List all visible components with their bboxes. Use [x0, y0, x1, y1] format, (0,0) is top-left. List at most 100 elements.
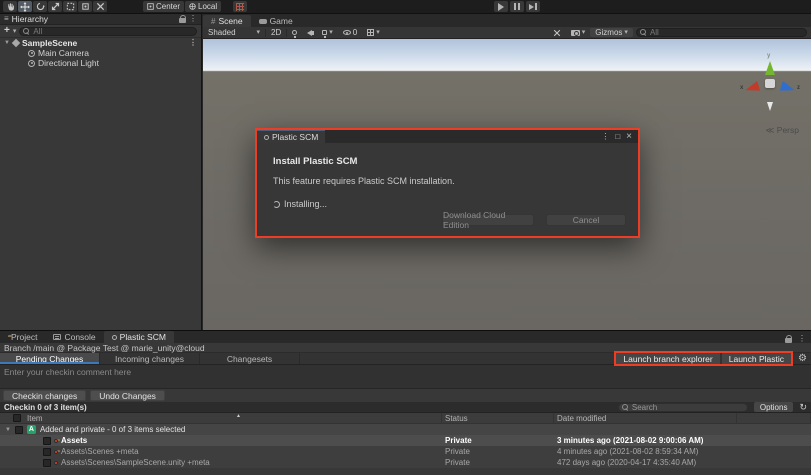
- hidden-objects-icon[interactable]: 0: [338, 28, 362, 38]
- sort-ascending-icon[interactable]: ▲: [236, 413, 241, 419]
- hierarchy-toolbar: + ▾: [0, 25, 201, 38]
- tab-label: Plastic SCM: [120, 332, 166, 342]
- row-checkbox[interactable]: [43, 459, 51, 467]
- dialog-message: This feature requires Plastic SCM instal…: [273, 176, 622, 186]
- tab-label: Console: [64, 332, 95, 342]
- row-checkbox[interactable]: [43, 448, 51, 456]
- add-object-button[interactable]: +: [4, 26, 10, 36]
- kebab-menu-icon[interactable]: ⋮: [798, 335, 806, 343]
- grid-snap-icon[interactable]: [233, 1, 247, 12]
- plastic-scm-icon: [264, 135, 269, 140]
- download-cloud-edition-button[interactable]: Download Cloud Edition: [442, 214, 534, 226]
- tab-plastic-scm[interactable]: Plastic SCM: [104, 331, 174, 343]
- rotate-tool-icon[interactable]: [33, 1, 47, 12]
- chevron-down-icon[interactable]: ▾: [13, 28, 17, 35]
- hierarchy-search-field[interactable]: [19, 27, 197, 36]
- group-checkbox[interactable]: [15, 426, 23, 434]
- tab-label: Scene: [218, 16, 242, 26]
- gizmos-dropdown[interactable]: Gizmos ▾: [590, 28, 633, 37]
- component-tools-icon[interactable]: [548, 28, 566, 38]
- rect-tool-icon[interactable]: [63, 1, 77, 12]
- axis-x-cone[interactable]: [744, 81, 760, 95]
- axis-y-cone[interactable]: [765, 61, 775, 75]
- launch-plastic-button[interactable]: Launch Plastic: [722, 353, 791, 364]
- grid-visibility-dropdown[interactable]: ▾: [362, 28, 385, 38]
- step-button[interactable]: [526, 1, 540, 12]
- orientation-gizmo[interactable]: y x z: [743, 59, 797, 113]
- scene-search-field[interactable]: [636, 28, 807, 37]
- hierarchy-item-samplescene[interactable]: ▼ SampleScene ⋮: [0, 38, 201, 48]
- scene-name: SampleScene: [22, 38, 77, 48]
- tab-incoming-changes[interactable]: Incoming changes: [100, 353, 200, 364]
- table-row[interactable]: Assets\Scenes +meta Private 4 minutes ag…: [0, 446, 811, 457]
- column-status[interactable]: Status: [445, 414, 468, 423]
- bottom-tab-bar: Project Console Plastic SCM ⋮: [0, 331, 811, 343]
- perspective-label[interactable]: ≪ Persp: [766, 125, 800, 136]
- table-row[interactable]: Assets Private 3 minutes ago (2021-08-02…: [0, 435, 811, 446]
- move-tool-icon[interactable]: [18, 1, 32, 12]
- tab-pending-changes[interactable]: Pending Changes: [0, 353, 100, 364]
- scene-search-input[interactable]: [650, 28, 803, 37]
- lock-icon[interactable]: [785, 337, 792, 343]
- hierarchy-item-directional-light[interactable]: Directional Light: [0, 58, 201, 68]
- dialog-tab[interactable]: Plastic SCM: [257, 130, 325, 143]
- table-search-input[interactable]: [632, 403, 744, 412]
- 2d-toggle[interactable]: 2D: [266, 28, 286, 38]
- pivot-mode-button[interactable]: Center: [143, 1, 184, 12]
- gizmo-hub[interactable]: [765, 79, 775, 88]
- tab-project[interactable]: Project: [0, 331, 45, 343]
- tab-scene[interactable]: # Scene: [203, 15, 251, 27]
- expander-icon[interactable]: ▼: [5, 427, 11, 433]
- spinner-icon: [273, 201, 280, 208]
- row-checkbox[interactable]: [43, 437, 51, 445]
- cancel-button[interactable]: Cancel: [546, 214, 626, 226]
- close-icon[interactable]: ×: [626, 131, 632, 142]
- undo-changes-button[interactable]: Undo Changes: [90, 390, 165, 401]
- scene-kebab-icon[interactable]: ⋮: [189, 39, 201, 47]
- checkin-changes-button[interactable]: Checkin changes: [3, 390, 86, 401]
- custom-tool-icon[interactable]: [93, 1, 107, 12]
- options-button[interactable]: Options: [754, 402, 794, 412]
- change-group-row[interactable]: ▼ A Added and private - 0 of 3 items sel…: [0, 424, 811, 435]
- audio-toggle-icon[interactable]: [302, 28, 317, 38]
- column-date-modified[interactable]: Date modified: [557, 414, 606, 423]
- item-status: Private: [445, 447, 470, 456]
- select-all-checkbox[interactable]: [13, 414, 21, 422]
- shading-mode-dropdown[interactable]: Shaded ▾: [203, 28, 265, 38]
- play-button[interactable]: [494, 1, 508, 12]
- tab-game[interactable]: Game: [251, 15, 301, 27]
- dialog-heading: Install Plastic SCM: [273, 156, 622, 167]
- checkin-comment-input[interactable]: [0, 365, 811, 388]
- hierarchy-item-main-camera[interactable]: Main Camera: [0, 48, 201, 58]
- gear-icon[interactable]: ⚙: [798, 354, 807, 364]
- pause-button[interactable]: [510, 1, 524, 12]
- axis-down-cone[interactable]: [767, 102, 773, 111]
- axis-z-cone[interactable]: [780, 81, 796, 95]
- column-item[interactable]: Item: [27, 414, 43, 423]
- hierarchy-search-input[interactable]: [33, 27, 193, 36]
- table-search-field[interactable]: [618, 403, 748, 412]
- table-row[interactable]: Assets\Scenes\SampleScene.unity +meta Pr…: [0, 457, 811, 468]
- scale-tool-icon[interactable]: [48, 1, 62, 12]
- effects-dropdown-icon[interactable]: ▾: [317, 28, 338, 38]
- item-path: Assets: [61, 436, 87, 445]
- rotation-mode-button[interactable]: Local: [185, 1, 221, 12]
- expander-icon[interactable]: ▼: [4, 40, 10, 46]
- dialog-title: Plastic SCM: [272, 132, 318, 142]
- checkin-action-row: Checkin changes Undo Changes: [0, 389, 811, 402]
- tab-changesets[interactable]: Changesets: [200, 353, 300, 364]
- lock-icon[interactable]: [179, 17, 186, 23]
- dialog-menu-icon[interactable]: ⋮: [601, 132, 609, 141]
- lighting-toggle-icon[interactable]: [287, 28, 302, 38]
- dialog-titlebar[interactable]: Plastic SCM ⋮ □ ×: [257, 130, 638, 143]
- maximize-icon[interactable]: □: [615, 132, 620, 141]
- launch-branch-explorer-button[interactable]: Launch branch explorer: [616, 353, 719, 364]
- kebab-menu-icon[interactable]: ⋮: [189, 15, 197, 23]
- checkin-comment-box[interactable]: [0, 365, 811, 389]
- group-label: Added and private - 0 of 3 items selecte…: [40, 425, 185, 434]
- camera-settings-dropdown[interactable]: ▾: [566, 28, 591, 38]
- transform-tool-icon[interactable]: [78, 1, 92, 12]
- tab-console[interactable]: Console: [45, 331, 103, 343]
- refresh-icon[interactable]: ↻: [799, 403, 807, 412]
- hand-tool-icon[interactable]: [3, 1, 17, 12]
